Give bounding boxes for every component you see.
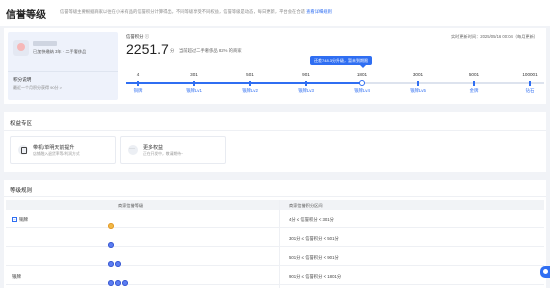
level-marker — [473, 81, 475, 86]
level-progress-fill — [126, 82, 365, 84]
row-level-icons — [108, 273, 129, 286]
level-tick: 301 银牌Lv1 — [174, 28, 214, 93]
page-title: 信誉等级 — [6, 10, 46, 21]
row-range: 301分 ≤ 信誉积分 < 501分 — [289, 236, 339, 241]
level-score: 901 — [302, 72, 310, 77]
col-header-level: 商家信誉等级 — [118, 203, 144, 208]
detail-rules-link[interactable]: 查看详细规则 — [306, 9, 332, 14]
level-tick: 501 银牌Lv2 — [230, 28, 270, 93]
level-tick: 1801 银牌Lv4 — [342, 28, 382, 93]
divider — [4, 130, 546, 131]
rules-table-row: − 铜牌 4分 ≤ 信誉积分 < 301分 — [6, 211, 544, 229]
level-marker — [137, 81, 139, 86]
score-explanation-label: 积分说明 — [13, 77, 32, 82]
level-score: 501 — [246, 72, 254, 77]
level-name: 银牌Lv3 — [298, 88, 314, 93]
medal-icon — [115, 280, 121, 286]
rules-table-header: 商家信誉等级 商家信誉积分区间 — [6, 200, 544, 210]
level-name: 银牌Lv4 — [354, 88, 370, 93]
credit-overview-card: 已加快缴纳 3年 · 二手奢侈品 积分说明 最近一个月积分获得 90分 > 信誉… — [4, 28, 546, 104]
level-name: 金牌 — [469, 88, 479, 93]
divider — [4, 196, 546, 197]
level-tick: 100001 钻石 — [510, 28, 550, 93]
level-score: 1801 — [356, 72, 368, 77]
row-level-icons — [108, 216, 115, 229]
current-level-marker — [359, 80, 365, 86]
level-marker — [249, 81, 251, 86]
avatar — [13, 40, 29, 56]
row-level-icons — [108, 254, 122, 267]
rules-table-row: 501分 ≤ 信誉积分 < 901分 — [6, 249, 544, 267]
level-progress-track — [126, 82, 544, 84]
row-range: 4分 ≤ 信誉积分 < 301分 — [289, 217, 334, 222]
right-item-more[interactable]: 更多权益 正在开发中，敬请期待~ — [120, 136, 226, 164]
user-info-box: 已加快缴纳 3年 · 二手奢侈品 积分说明 最近一个月积分获得 90分 > — [8, 32, 118, 100]
level-tick: 4 铜牌 — [118, 28, 158, 93]
medal-icon — [108, 280, 114, 286]
row-level-label: 银牌 — [12, 274, 21, 279]
medal-icon — [108, 223, 114, 229]
page-description: 信誉等级主要根据商家以往在小米有品的信誉积分计算得出，不同等级享受不同权益，信誉… — [60, 8, 332, 14]
floating-help-button[interactable] — [540, 266, 550, 278]
level-name: 铜牌 — [133, 88, 143, 93]
level-marker — [193, 81, 195, 86]
rules-title: 等级规则 — [10, 188, 33, 194]
level-rules-section: 等级规则 商家信誉等级 商家信誉积分区间 − 铜牌 4分 ≤ 信誉积分 < 301分… — [4, 180, 546, 288]
row-level: 银牌 — [12, 274, 21, 280]
level-score: 5001 — [468, 72, 480, 77]
level-marker — [417, 81, 419, 86]
right-item-rank-boost[interactable]: 带机/单明天前提升 店铺融入退货率等/利润方式 — [10, 136, 116, 164]
medal-icon — [108, 242, 114, 248]
document-icon — [18, 145, 28, 155]
row-range: 901分 ≤ 信誉积分 < 1801分 — [289, 274, 342, 279]
level-score: 100001 — [522, 72, 538, 77]
column-separator — [279, 200, 280, 288]
right-item-desc: 店铺融入退货率等/利润方式 — [33, 152, 80, 156]
right-item-name: 带机/单明天前提升 — [33, 145, 75, 151]
level-score: 4 — [136, 72, 140, 77]
level-name: 银牌Lv2 — [242, 88, 258, 93]
row-level: − 铜牌 — [12, 217, 28, 223]
row-level-label: 铜牌 — [19, 217, 28, 222]
level-tick: 3001 银牌Lv5 — [398, 28, 438, 93]
medal-icon — [108, 261, 114, 267]
monthly-points-link[interactable]: 最近一个月积分获得 90分 > — [13, 85, 62, 91]
level-tick: 5001 金牌 — [454, 28, 494, 93]
level-marker — [305, 81, 307, 86]
rights-section: 权益专区 带机/单明天前提升 店铺融入退货率等/利润方式 更多权益 正在开发中，… — [4, 112, 546, 172]
score-explanation-box[interactable]: 积分说明 最近一个月积分获得 90分 > — [8, 71, 118, 100]
level-name: 银牌Lv1 — [186, 88, 202, 93]
right-item-name: 更多权益 — [143, 145, 164, 151]
row-range: 501分 ≤ 信誉积分 < 901分 — [289, 255, 339, 260]
level-tick: 901 银牌Lv3 — [286, 28, 326, 93]
medal-icon — [122, 280, 128, 286]
level-score: 301 — [190, 72, 198, 77]
right-item-desc: 正在开发中，敬请期待~ — [143, 152, 184, 156]
more-icon — [128, 145, 138, 155]
level-name: 钻石 — [525, 88, 535, 93]
collapse-icon[interactable]: − — [12, 217, 17, 223]
medal-icon — [115, 261, 121, 267]
page-header: 信誉等级 信誉等级主要根据商家以往在小米有品的信誉积分计算得出，不同等级享受不同… — [0, 0, 550, 26]
user-badge: 已加快缴纳 3年 · 二手奢侈品 — [33, 49, 87, 54]
username-redacted — [33, 41, 57, 46]
level-name: 银牌Lv5 — [410, 88, 426, 93]
col-header-range: 商家信誉积分区间 — [289, 203, 323, 208]
row-level-icons — [108, 235, 115, 248]
level-score: 3001 — [412, 72, 424, 77]
rights-title: 权益专区 — [10, 121, 33, 127]
rules-table-row: 301分 ≤ 信誉积分 < 501分 — [6, 230, 544, 248]
level-marker — [529, 81, 531, 86]
rules-table-row: 银牌 901分 ≤ 信誉积分 < 1801分 — [6, 268, 544, 286]
